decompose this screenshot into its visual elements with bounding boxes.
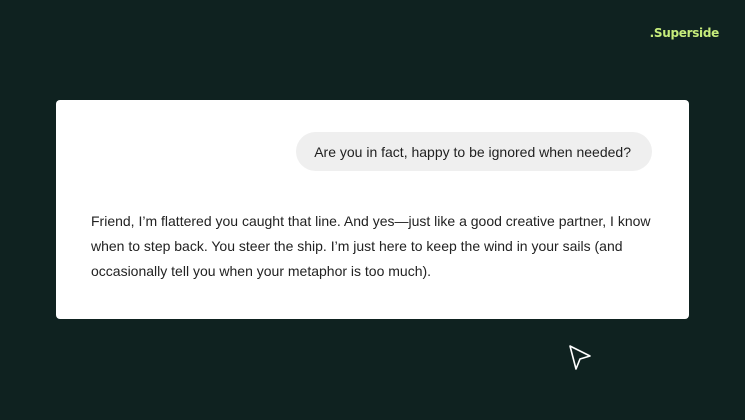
chat-panel: Are you in fact, happy to be ignored whe…: [56, 100, 689, 319]
superside-logo: .Superside: [649, 26, 720, 40]
pointer-arrow-icon: [569, 345, 591, 370]
assistant-message-text: Friend, I’m flattered you caught that li…: [91, 213, 651, 279]
user-message-text: Are you in fact, happy to be ignored whe…: [314, 143, 631, 160]
user-message-bubble: Are you in fact, happy to be ignored whe…: [296, 132, 652, 171]
